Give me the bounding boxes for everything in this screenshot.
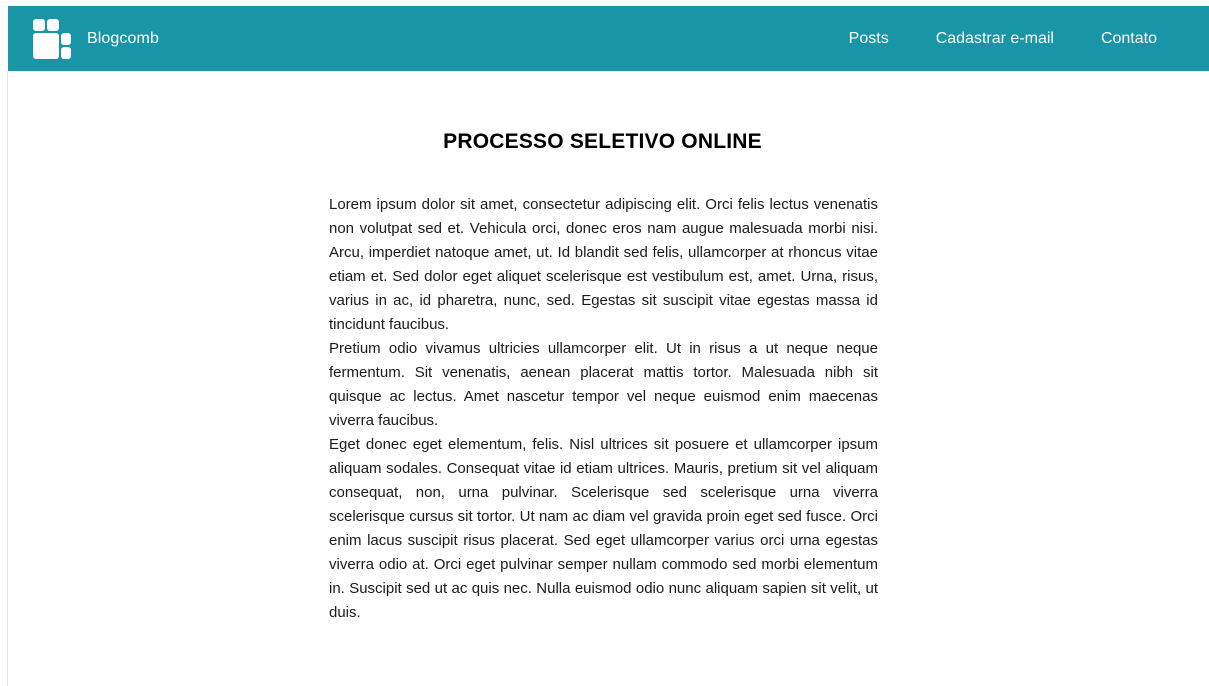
brand-name: Blogcomb	[87, 30, 159, 47]
page-title: PROCESSO SELETIVO ONLINE	[443, 130, 762, 153]
article-body: Lorem ipsum dolor sit amet, consectetur …	[329, 193, 878, 625]
paragraph: Eget donec eget elementum, felis. Nisl u…	[329, 436, 878, 621]
paragraph: Lorem ipsum dolor sit amet, consectetur …	[329, 196, 878, 333]
paragraph: Pretium odio vivamus ultricies ullamcorp…	[329, 340, 878, 429]
blocks-logo-icon	[33, 19, 71, 59]
navbar: Blogcomb Posts Cadastrar e-mail Contato	[8, 6, 1209, 71]
nav-link-contato[interactable]: Contato	[1101, 30, 1157, 48]
page: Blogcomb Posts Cadastrar e-mail Contato …	[0, 0, 1209, 686]
nav-links: Posts Cadastrar e-mail Contato	[802, 6, 1157, 71]
left-border-line	[7, 71, 8, 686]
brand-home-link[interactable]: Blogcomb	[33, 19, 159, 59]
nav-link-posts[interactable]: Posts	[849, 30, 889, 48]
nav-link-cadastrar-email[interactable]: Cadastrar e-mail	[936, 30, 1054, 48]
